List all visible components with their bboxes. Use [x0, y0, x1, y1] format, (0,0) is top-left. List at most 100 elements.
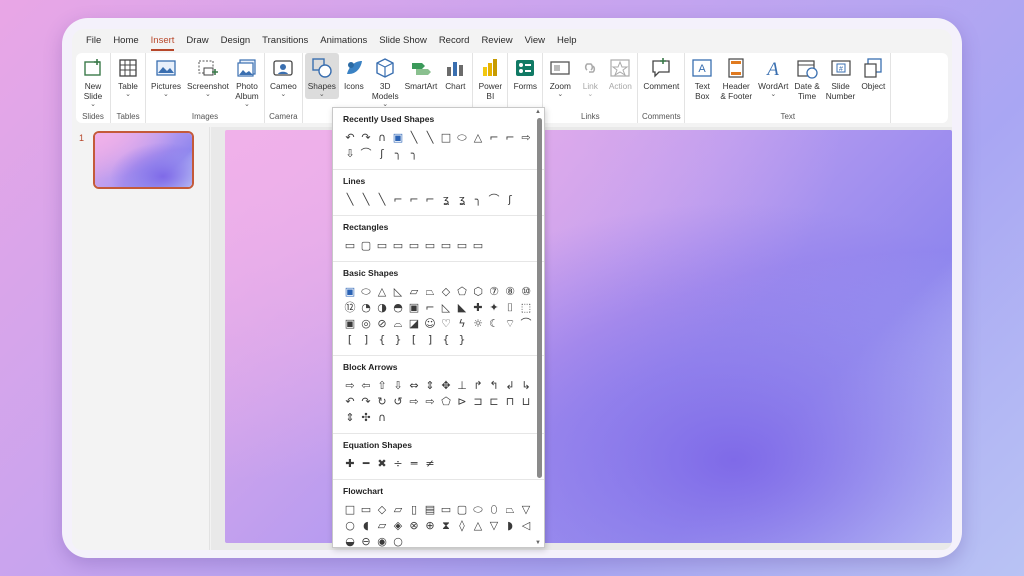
shape-block-arrows-icon[interactable]: ⊏: [486, 394, 502, 410]
shape-recently-used-shapes-icon[interactable]: ▣: [390, 130, 406, 146]
shape-basic-shapes-icon[interactable]: ▣: [406, 300, 422, 316]
shape-recently-used-shapes-icon[interactable]: □: [438, 130, 454, 146]
shape-lines-icon[interactable]: ʓ: [438, 192, 454, 208]
shape-rectangles-icon[interactable]: ▭: [390, 238, 406, 254]
shape-block-arrows-icon[interactable]: ↶: [342, 394, 358, 410]
shape-block-arrows-icon[interactable]: ⇕: [422, 378, 438, 394]
shape-block-arrows-icon[interactable]: ⊓: [502, 394, 518, 410]
shape-basic-shapes-icon[interactable]: ⌓: [390, 316, 406, 332]
shape-block-arrows-icon[interactable]: ⊥: [454, 378, 470, 394]
shape-recently-used-shapes-icon[interactable]: ╮: [390, 146, 406, 162]
shape-basic-shapes-icon[interactable]: ▣: [342, 316, 358, 332]
shape-flowchart-icon[interactable]: ▱: [374, 518, 390, 534]
shape-flowchart-icon[interactable]: ◒: [342, 534, 358, 547]
shape-basic-shapes-icon[interactable]: ⬡: [470, 284, 486, 300]
shape-flowchart-icon[interactable]: ⏢: [502, 502, 518, 518]
shape-rectangles-icon[interactable]: ▭: [422, 238, 438, 254]
shape-block-arrows-icon[interactable]: ⇦: [358, 378, 374, 394]
shape-basic-shapes-icon[interactable]: ⬚: [518, 300, 534, 316]
shape-recently-used-shapes-icon[interactable]: ⬭: [454, 130, 470, 146]
tab-transitions[interactable]: Transitions: [256, 29, 314, 53]
shape-basic-shapes-icon[interactable]: [: [342, 332, 358, 348]
shape-basic-shapes-icon[interactable]: ]: [358, 332, 374, 348]
shape-rectangles-icon[interactable]: ▭: [454, 238, 470, 254]
shape-rectangles-icon[interactable]: ▭: [406, 238, 422, 254]
tab-design[interactable]: Design: [215, 29, 257, 53]
shape-lines-icon[interactable]: ╮: [470, 192, 486, 208]
shape-rectangles-icon[interactable]: ▭: [342, 238, 358, 254]
shape-basic-shapes-icon[interactable]: {: [438, 332, 454, 348]
shape-flowchart-icon[interactable]: □: [342, 502, 358, 518]
shape-flowchart-icon[interactable]: ▢: [454, 502, 470, 518]
shape-block-arrows-icon[interactable]: ∩: [374, 410, 390, 426]
shape-flowchart-icon[interactable]: ▯: [406, 502, 422, 518]
shape-block-arrows-icon[interactable]: ⬠: [438, 394, 454, 410]
shape-flowchart-icon[interactable]: ▤: [422, 502, 438, 518]
shape-recently-used-shapes-icon[interactable]: ╮: [406, 146, 422, 162]
shape-basic-shapes-icon[interactable]: ϟ: [454, 316, 470, 332]
shape-basic-shapes-icon[interactable]: ]: [422, 332, 438, 348]
shape-lines-icon[interactable]: ⌐: [390, 192, 406, 208]
tab-review[interactable]: Review: [475, 29, 518, 53]
shape-block-arrows-icon[interactable]: ⇩: [390, 378, 406, 394]
shape-basic-shapes-icon[interactable]: ♡: [438, 316, 454, 332]
shape-rectangles-icon[interactable]: ▢: [358, 238, 374, 254]
shape-basic-shapes-icon[interactable]: ⬭: [358, 284, 374, 300]
shape-block-arrows-icon[interactable]: ✥: [438, 378, 454, 394]
tab-insert[interactable]: Insert: [145, 29, 181, 53]
shape-recently-used-shapes-icon[interactable]: ∩: [374, 130, 390, 146]
shape-basic-shapes-icon[interactable]: ◎: [358, 316, 374, 332]
shape-block-arrows-icon[interactable]: ⊔: [518, 394, 534, 410]
shape-basic-shapes-icon[interactable]: ⌐: [422, 300, 438, 316]
tab-record[interactable]: Record: [433, 29, 476, 53]
shape-recently-used-shapes-icon[interactable]: ⇩: [342, 146, 358, 162]
shape-basic-shapes-icon[interactable]: ⌒: [518, 316, 534, 332]
shape-recently-used-shapes-icon[interactable]: ⌐: [486, 130, 502, 146]
shape-lines-icon[interactable]: ʓ: [454, 192, 470, 208]
shape-basic-shapes-icon[interactable]: ◺: [390, 284, 406, 300]
shape-recently-used-shapes-icon[interactable]: △: [470, 130, 486, 146]
shape-flowchart-icon[interactable]: ○: [342, 518, 358, 534]
shape-flowchart-icon[interactable]: ⊖: [358, 534, 374, 547]
shape-basic-shapes-icon[interactable]: ⑦: [486, 284, 502, 300]
shape-lines-icon[interactable]: ╲: [342, 192, 358, 208]
shape-recently-used-shapes-icon[interactable]: ⌐: [502, 130, 518, 146]
shape-basic-shapes-icon[interactable]: ✚: [470, 300, 486, 316]
shape-flowchart-icon[interactable]: ◖: [358, 518, 374, 534]
shapes-button[interactable]: Shapes ⌄: [304, 53, 339, 99]
shape-flowchart-icon[interactable]: ○: [390, 534, 406, 547]
shape-block-arrows-icon[interactable]: ↲: [502, 378, 518, 394]
shape-equation-shapes-icon[interactable]: ✚: [342, 456, 358, 472]
shape-basic-shapes-icon[interactable]: ⑩: [518, 284, 534, 300]
shape-block-arrows-icon[interactable]: ⇕: [342, 410, 358, 426]
shape-basic-shapes-icon[interactable]: ◇: [438, 284, 454, 300]
shape-block-arrows-icon[interactable]: ↱: [470, 378, 486, 394]
shape-basic-shapes-icon[interactable]: ⬠: [454, 284, 470, 300]
shape-flowchart-icon[interactable]: ⊕: [422, 518, 438, 534]
shape-flowchart-icon[interactable]: ◊: [454, 518, 470, 534]
slide-thumbnail[interactable]: [93, 131, 194, 189]
shape-block-arrows-icon[interactable]: ⇔: [406, 378, 422, 394]
shape-lines-icon[interactable]: ⌒: [486, 192, 502, 208]
shape-equation-shapes-icon[interactable]: ÷: [390, 456, 406, 472]
shape-recently-used-shapes-icon[interactable]: ⌒: [358, 146, 374, 162]
shape-block-arrows-icon[interactable]: ↺: [390, 394, 406, 410]
shape-flowchart-icon[interactable]: ▭: [358, 502, 374, 518]
shape-basic-shapes-icon[interactable]: ◓: [390, 300, 406, 316]
shape-recently-used-shapes-icon[interactable]: ↷: [358, 130, 374, 146]
shape-recently-used-shapes-icon[interactable]: ╲: [422, 130, 438, 146]
shape-basic-shapes-icon[interactable]: {: [374, 332, 390, 348]
shape-basic-shapes-icon[interactable]: ▣: [342, 284, 358, 300]
shape-basic-shapes-icon[interactable]: }: [454, 332, 470, 348]
shape-rectangles-icon[interactable]: ▭: [470, 238, 486, 254]
shape-flowchart-icon[interactable]: ▱: [390, 502, 406, 518]
shape-block-arrows-icon[interactable]: ⇨: [342, 378, 358, 394]
shape-lines-icon[interactable]: ʃ: [502, 192, 518, 208]
shape-recently-used-shapes-icon[interactable]: ↶: [342, 130, 358, 146]
shape-block-arrows-icon[interactable]: ↳: [518, 378, 534, 394]
shape-equation-shapes-icon[interactable]: ━: [358, 456, 374, 472]
shape-block-arrows-icon[interactable]: ⇨: [422, 394, 438, 410]
shape-basic-shapes-icon[interactable]: ✦: [486, 300, 502, 316]
shape-rectangles-icon[interactable]: ▭: [438, 238, 454, 254]
tab-slide-show[interactable]: Slide Show: [373, 29, 433, 53]
